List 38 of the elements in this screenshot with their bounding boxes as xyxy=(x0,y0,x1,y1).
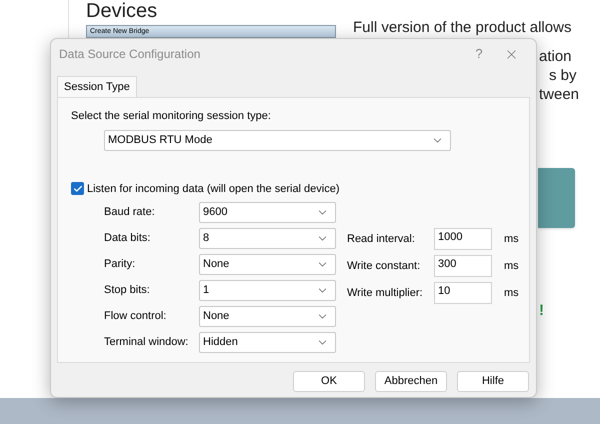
input-field[interactable]: 1000 xyxy=(434,228,492,250)
field-label: Data bits: xyxy=(104,231,152,246)
page-heading: Devices xyxy=(86,0,158,22)
exclamation-mark: ! xyxy=(539,301,544,321)
listen-label: Listen for incoming data (will open the serial device) xyxy=(87,182,340,196)
input-field[interactable]: 10 xyxy=(434,282,492,304)
session-type-label: Select the serial monitoring session type: xyxy=(71,109,272,124)
unit-label: ms xyxy=(504,232,519,247)
field-label: Write constant: xyxy=(347,258,422,274)
unit-label: ms xyxy=(504,258,519,274)
dropdown[interactable]: 1 xyxy=(199,280,336,301)
dialog-button[interactable]: Abbrechen xyxy=(375,371,447,392)
field-label: Baud rate: xyxy=(104,205,156,220)
field-label: Parity: xyxy=(104,257,136,272)
tab[interactable]: Session Type xyxy=(57,76,137,97)
input-field[interactable]: 300 xyxy=(434,255,492,277)
check-icon xyxy=(72,184,82,194)
dropdown[interactable]: None xyxy=(199,306,336,327)
field-label: Read interval: xyxy=(347,232,416,247)
page-button-background xyxy=(538,168,575,228)
paragraph-line: tween xyxy=(539,85,580,104)
paragraph-line: ation xyxy=(539,47,572,66)
dropdown[interactable]: Hidden xyxy=(199,332,336,353)
field-label: Terminal window: xyxy=(104,335,190,350)
dialog-button[interactable]: Hilfe xyxy=(457,371,529,392)
paragraph-line: Full version of the product allows xyxy=(353,18,572,37)
unit-label: ms xyxy=(504,286,519,301)
paragraph-line: s by xyxy=(549,66,577,85)
window-title: Data Source Configuration xyxy=(59,46,202,63)
session-type-dropdown[interactable]: MODBUS RTU Mode xyxy=(104,130,451,150)
dropdown[interactable]: None xyxy=(199,254,336,275)
dialog-button[interactable]: OK xyxy=(293,371,365,392)
dropdown[interactable]: 9600 xyxy=(199,202,336,223)
field-label: Stop bits: xyxy=(104,283,151,298)
field-label: Write multiplier: xyxy=(347,286,424,301)
field-label: Flow control: xyxy=(104,309,168,324)
dropdown[interactable]: 8 xyxy=(199,228,336,249)
listen-checkbox[interactable] xyxy=(71,182,84,196)
